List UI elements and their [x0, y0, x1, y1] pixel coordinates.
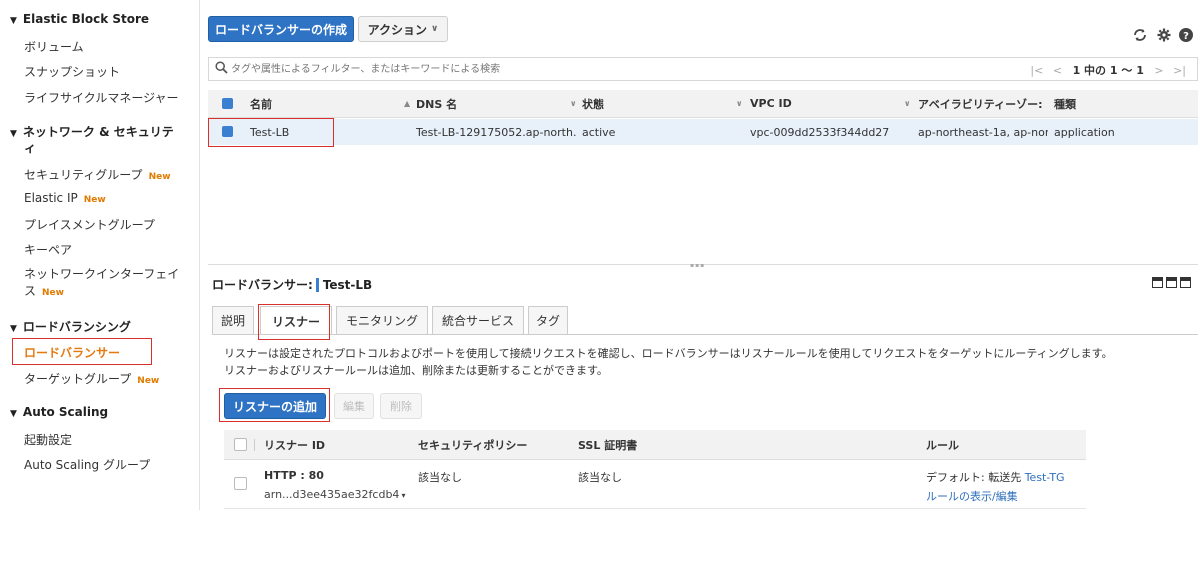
sidebar-section-network-security-wrap: ィ — [24, 141, 37, 155]
sidebar-item-volumes[interactable]: ボリューム — [24, 38, 84, 55]
new-badge: New — [137, 376, 160, 386]
sort-icon[interactable]: ∨ — [730, 90, 743, 117]
new-badge: New — [148, 172, 171, 182]
add-listener-button[interactable]: リスナーの追加 — [224, 393, 326, 419]
column-header-security-policy: セキュリティポリシー — [418, 438, 528, 452]
layout-bottom-icon[interactable] — [1152, 277, 1163, 288]
column-header-name[interactable]: 名前 — [250, 90, 272, 117]
listener-rule-default: デフォルト: 転送先 Test-TG — [926, 471, 1065, 484]
column-header-rules: ルール — [926, 438, 959, 452]
cell-dns: Test-LB-129175052.ap-north... — [416, 125, 576, 139]
sidebar-item-network-interfaces-wrap[interactable]: ス New — [24, 282, 64, 299]
column-header-vpc[interactable]: VPC ID — [750, 90, 792, 117]
column-header-type[interactable]: 種類 — [1054, 90, 1076, 117]
tab-monitoring[interactable]: モニタリング — [336, 306, 428, 334]
delete-button[interactable]: 削除 — [380, 393, 422, 419]
next-page-icon[interactable]: > — [1154, 64, 1163, 77]
sort-icon[interactable]: ∨ — [564, 90, 577, 117]
panel-layout-toggle — [1152, 277, 1191, 288]
sidebar-item-lifecycle-manager[interactable]: ライフサイクルマネージャー — [24, 89, 179, 106]
listener-ssl-cert: 該当なし — [578, 471, 622, 484]
detail-title: ロードバランサー: Test-LB — [212, 277, 373, 292]
gear-icon[interactable] — [1156, 27, 1172, 43]
tab-divider — [212, 334, 1198, 335]
load-balancer-table-header: 名前 ▲ DNS 名 ∨ 状態 ∨ VPC ID ∨ アベイラビリティーゾー: … — [208, 90, 1198, 118]
refresh-icon[interactable] — [1132, 27, 1148, 43]
tab-listeners[interactable]: リスナー — [260, 306, 332, 335]
cell-vpc: vpc-009dd2533f344dd27 — [750, 125, 890, 139]
prev-page-icon[interactable]: < — [1053, 64, 1062, 77]
sidebar: ▼ Elastic Block Store ボリューム スナップショット ライフサ… — [0, 0, 200, 510]
cell-name: Test-LB — [250, 125, 290, 139]
drag-handle-icon[interactable]: ▪▪▪ — [690, 262, 705, 269]
listener-id: HTTP : 80 — [264, 469, 324, 482]
last-page-icon[interactable]: >| — [1173, 64, 1186, 77]
edit-button[interactable]: 編集 — [334, 393, 374, 419]
search-icon — [215, 61, 228, 77]
target-group-link[interactable]: Test-TG — [1025, 471, 1065, 484]
tab-integrated-services[interactable]: 統合サービス — [432, 306, 524, 334]
column-header-listener-id: リスナー ID — [264, 438, 326, 452]
sidebar-item-target-groups[interactable]: ターゲットグループ New — [24, 370, 159, 387]
svg-text:?: ? — [1183, 31, 1189, 42]
title-accent-bar — [315, 277, 319, 292]
pagination: |< < 1 中の 1 〜 1 > >| — [1027, 62, 1189, 78]
cell-state: active — [582, 125, 616, 139]
table-row[interactable]: HTTP : 80 arn...d3ee435ae32fcdb4 ▾ 該当なし 該… — [224, 461, 1086, 509]
sidebar-item-snapshots[interactable]: スナップショット — [24, 63, 120, 80]
sidebar-item-key-pairs[interactable]: キーペア — [24, 241, 72, 258]
sidebar-item-placement-groups[interactable]: プレイスメントグループ — [24, 216, 155, 233]
sidebar-item-auto-scaling-groups[interactable]: Auto Scaling グループ — [24, 456, 150, 473]
sidebar-section-ebs[interactable]: ▼ Elastic Block Store — [10, 12, 149, 26]
row-checkbox[interactable] — [222, 126, 233, 137]
filter-search-bar: |< < 1 中の 1 〜 1 > >| — [208, 57, 1198, 81]
triangle-down-icon: ▼ — [10, 324, 17, 334]
sidebar-section-network-security[interactable]: ▼ ネットワーク & セキュリテ — [10, 123, 174, 140]
caret-down-icon: ▾ — [401, 491, 406, 500]
tab-tags[interactable]: タグ — [528, 306, 568, 334]
search-input[interactable] — [231, 60, 831, 78]
sidebar-section-auto-scaling[interactable]: ▼ Auto Scaling — [10, 405, 108, 419]
column-header-dns[interactable]: DNS 名 — [416, 90, 457, 117]
view-edit-rules-link[interactable]: ルールの表示/編集 — [926, 488, 1018, 504]
chevron-down-icon: ∨ — [431, 24, 439, 34]
sidebar-item-security-groups[interactable]: セキュリティグループ New — [24, 166, 171, 183]
page-range-text: 1 中の 1 〜 1 — [1072, 64, 1144, 77]
triangle-down-icon: ▼ — [10, 409, 17, 419]
table-row[interactable]: Test-LB Test-LB-129175052.ap-north... ac… — [208, 119, 1198, 145]
listener-description: リスナーは設定されたプロトコルおよびポートを使用して接続リクエストを確認し、ロー… — [224, 347, 1113, 377]
listener-select-all-checkbox[interactable] — [234, 438, 247, 451]
cell-type: application — [1054, 125, 1115, 139]
column-header-state[interactable]: 状態 — [582, 90, 604, 117]
tab-description[interactable]: 説明 — [212, 306, 254, 334]
triangle-down-icon: ▼ — [10, 129, 17, 139]
help-icon[interactable]: ? — [1178, 27, 1194, 43]
sidebar-item-elastic-ip[interactable]: Elastic IP New — [24, 191, 106, 205]
listener-arn[interactable]: arn...d3ee435ae32fcdb4 ▾ — [264, 488, 405, 501]
triangle-down-icon: ▼ — [10, 16, 17, 26]
sort-asc-icon[interactable]: ▲ — [398, 90, 410, 117]
cell-az: ap-northeast-1a, ap-nor... — [918, 125, 1048, 139]
listener-row-checkbox[interactable] — [234, 477, 247, 490]
listener-security-policy: 該当なし — [418, 471, 462, 484]
new-badge: New — [83, 195, 106, 205]
actions-dropdown-button[interactable]: アクション ∨ — [358, 16, 448, 42]
sidebar-item-network-interfaces[interactable]: ネットワークインターフェイ — [24, 265, 179, 282]
listener-table-header: リスナー ID セキュリティポリシー SSL 証明書 ルール — [224, 430, 1086, 460]
first-page-icon[interactable]: |< — [1030, 64, 1043, 77]
sidebar-item-load-balancers[interactable]: ロードバランサー — [24, 344, 120, 361]
sort-icon[interactable]: ∨ — [898, 90, 911, 117]
sidebar-item-launch-configurations[interactable]: 起動設定 — [24, 431, 72, 448]
column-separator — [254, 439, 255, 451]
column-header-ssl-cert: SSL 証明書 — [578, 438, 638, 452]
select-all-checkbox[interactable] — [222, 98, 233, 109]
create-load-balancer-button[interactable]: ロードバランサーの作成 — [208, 16, 354, 42]
layout-top-icon[interactable] — [1180, 277, 1191, 288]
sidebar-section-load-balancing[interactable]: ▼ ロードバランシング — [10, 318, 131, 335]
new-badge: New — [42, 288, 64, 298]
layout-split-icon[interactable] — [1166, 277, 1177, 288]
column-header-az[interactable]: アベイラビリティーゾー: — [918, 90, 1043, 117]
